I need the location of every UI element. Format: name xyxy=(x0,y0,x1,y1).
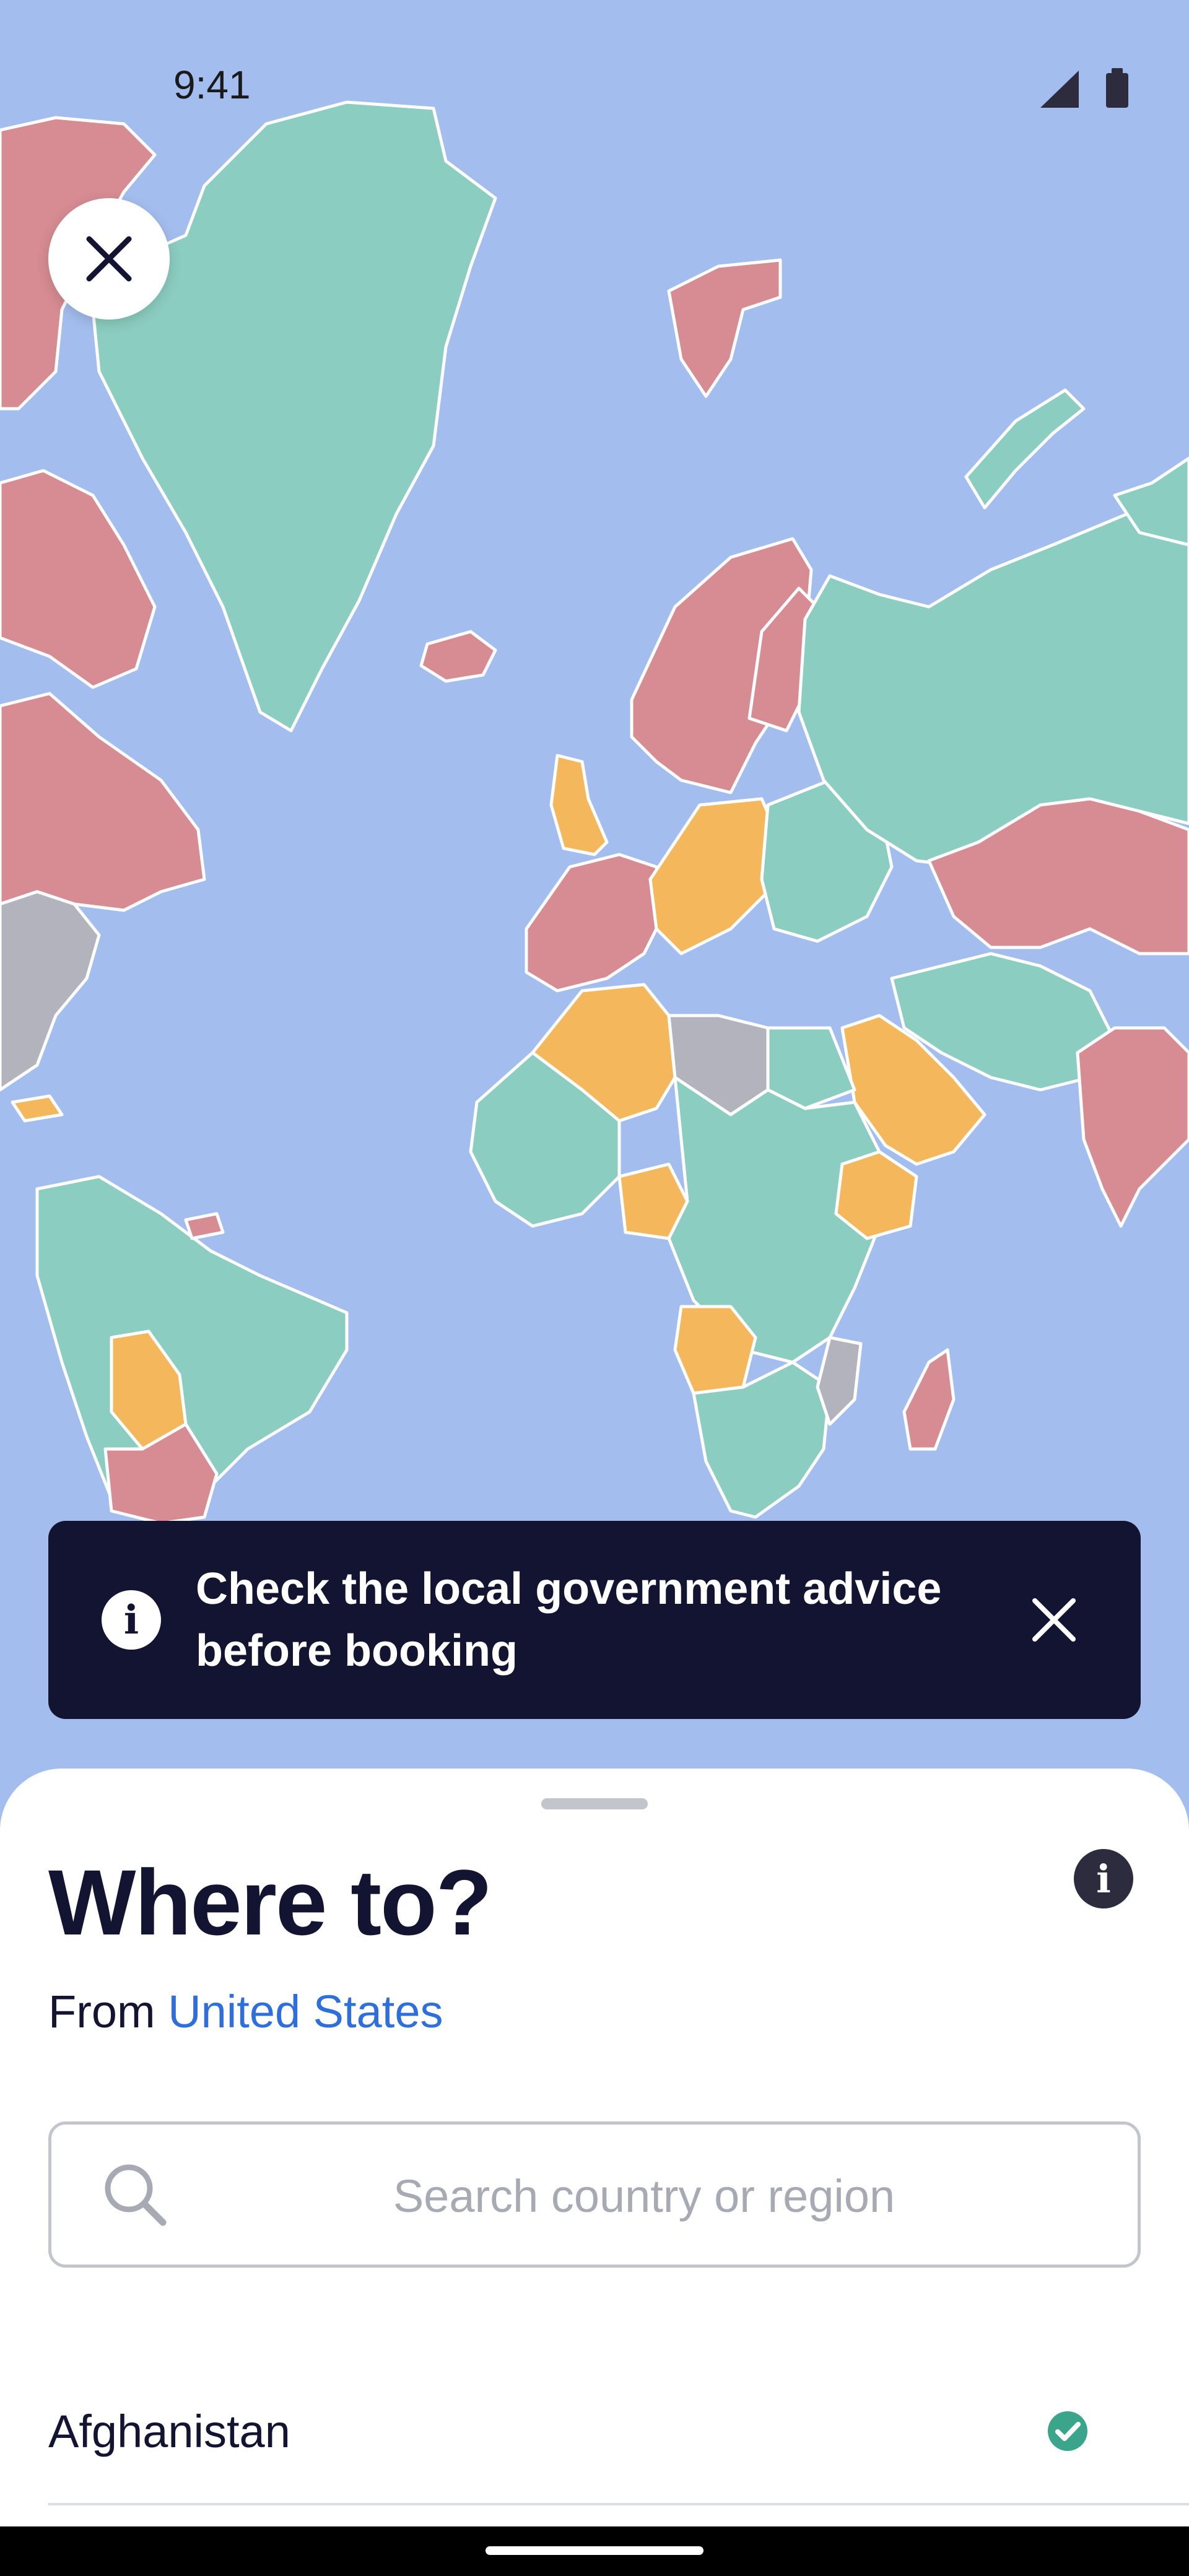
sheet-drag-handle[interactable] xyxy=(541,1798,648,1809)
search-input[interactable] xyxy=(175,2149,1113,2242)
info-icon[interactable]: i xyxy=(1074,1849,1133,1908)
status-time: 9:41 xyxy=(173,63,251,107)
page-title: Where to? xyxy=(48,1850,492,1954)
system-nav-bar xyxy=(0,2526,1189,2576)
home-indicator[interactable] xyxy=(486,2546,703,2555)
banner-close-button[interactable] xyxy=(1023,1589,1085,1651)
list-item[interactable]: Afghanistan xyxy=(48,2369,1189,2493)
origin-line: From United States xyxy=(48,1985,443,2038)
close-icon xyxy=(1032,1598,1076,1642)
battery-icon xyxy=(1106,68,1128,108)
info-icon: i xyxy=(102,1590,161,1650)
banner-text: Check the local government advice before… xyxy=(196,1564,942,1676)
close-map-button[interactable] xyxy=(48,198,170,320)
search-icon xyxy=(105,2164,167,2226)
list-divider xyxy=(48,2503,1189,2505)
signal-icon xyxy=(1040,71,1079,108)
status-bar: 9:41 xyxy=(0,0,1189,108)
from-label: From xyxy=(48,1986,155,2037)
list-item-label: Afghanistan xyxy=(48,2405,290,2457)
status-icons-svg xyxy=(1040,68,1128,108)
check-circle-icon xyxy=(1048,2411,1087,2451)
close-icon xyxy=(86,236,132,282)
bottom-sheet: Where to? i From United States Afghanist… xyxy=(0,1769,1189,2576)
search-field[interactable] xyxy=(48,2121,1141,2268)
status-icons xyxy=(1034,68,1133,115)
region-caribbean-2[interactable] xyxy=(184,1212,225,1240)
advice-banner: i Check the local government advice befo… xyxy=(48,1521,1141,1719)
origin-country-link[interactable]: United States xyxy=(168,1986,443,2037)
